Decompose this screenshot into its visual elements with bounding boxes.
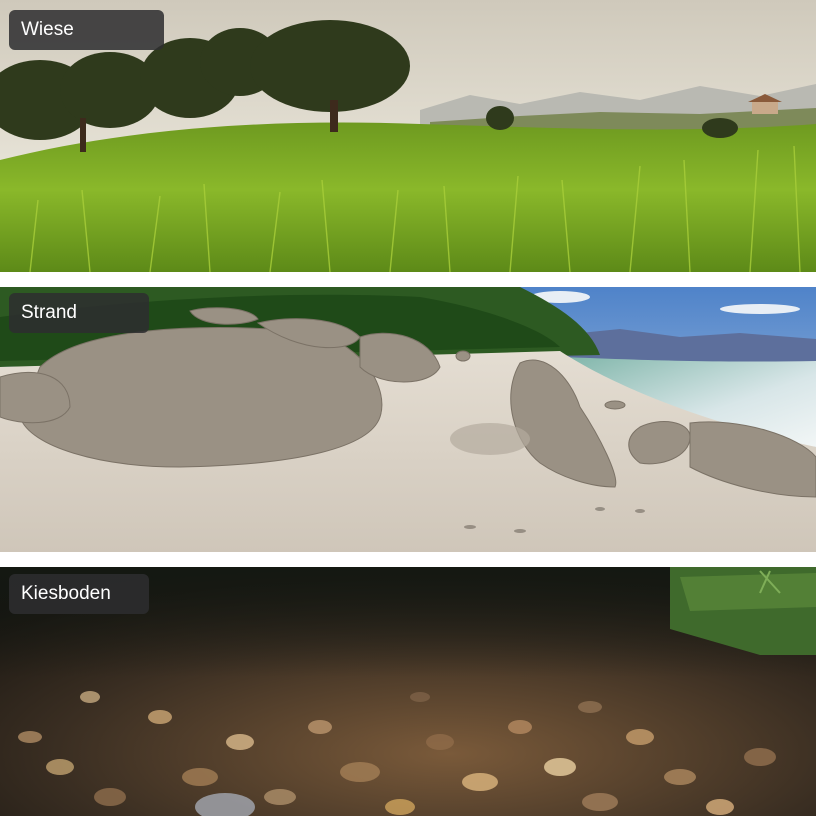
- panel-label-beach: Strand: [9, 293, 149, 333]
- panel-label-meadow: Wiese: [9, 10, 164, 50]
- panel-label-gravel-bed: Kiesboden: [9, 574, 149, 614]
